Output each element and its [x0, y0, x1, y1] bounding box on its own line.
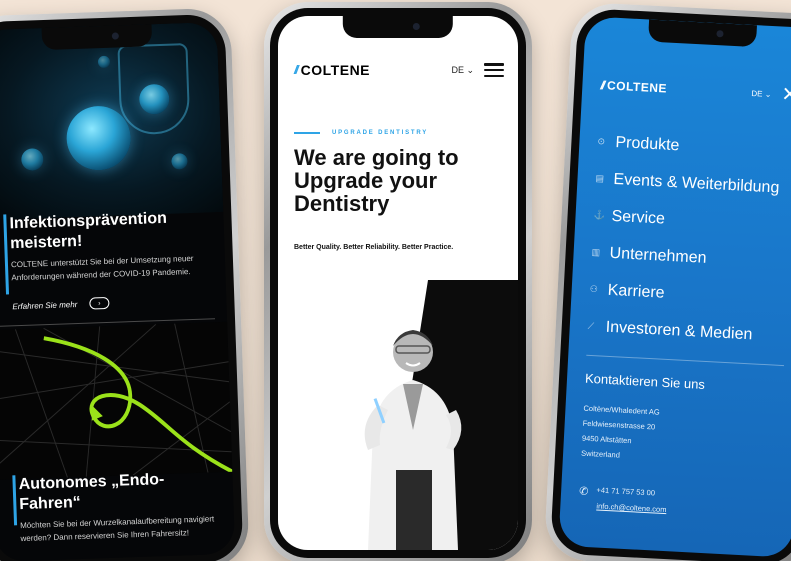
people-icon: ⚇	[589, 283, 599, 295]
accent-line	[294, 132, 320, 134]
hero-tagline: Better Quality. Better Reliability. Bett…	[294, 244, 454, 251]
virus-graphic	[97, 55, 111, 69]
close-icon[interactable]: ✕	[781, 84, 791, 107]
virus-graphic	[20, 148, 44, 171]
email-link[interactable]: info.ch@coltene.com	[596, 501, 667, 514]
infection-card-body: COLTENE unterstützt Sie bei der Umsetzun…	[10, 253, 194, 283]
infection-card-title: Infektionsprävention meistern!	[9, 209, 168, 253]
divider	[586, 354, 785, 367]
endo-card: Autonomes „Endo-Fahren“ Möchten Sie bei …	[12, 468, 220, 545]
infection-card: Infektionsprävention meistern! COLTENE u…	[3, 207, 212, 312]
logo-mark-icon: //	[600, 78, 604, 93]
learn-more-link[interactable]: Erfahren Sie mehr ›	[12, 293, 212, 312]
language-selector[interactable]: DE ⌄	[451, 65, 474, 76]
contact-heading: Kontaktieren Sie uns	[584, 370, 706, 392]
endo-card-title: Autonomes „Endo-Fahren“	[18, 471, 165, 514]
address-block: Coltène/Whaledent AG Feldwiesenstrasse 2…	[581, 401, 660, 465]
menu-item-label: Produkte	[615, 133, 680, 154]
accent-bar	[12, 475, 18, 526]
learn-more-label: Erfahren Sie mehr	[12, 299, 78, 311]
language-selector[interactable]: DE ⌄	[751, 89, 771, 99]
phone-icon: ✆	[578, 485, 589, 499]
virus-hero-image	[0, 21, 224, 221]
phone-right-screen: // COLTENE DE ⌄ ✕ ⊙ Produkte ▤ Events & …	[558, 16, 791, 558]
kicker: UPGRADE DENTISTRY	[294, 130, 428, 136]
phone-contact[interactable]: ✆ +41 71 757 53 00	[579, 485, 655, 502]
calendar-icon: ▤	[595, 172, 605, 184]
logo-text: COLTENE	[606, 78, 668, 96]
hero-headline: We are going to Upgrade your Dentistry	[294, 145, 459, 216]
main-menu: ⊙ Produkte ▤ Events & Weiterbildung ⚓ Se…	[587, 123, 791, 355]
building-icon: ▥	[591, 246, 601, 258]
logo-mark-icon: //	[294, 63, 298, 77]
product-icon: ⊙	[597, 136, 606, 147]
phone-right: // COLTENE DE ⌄ ✕ ⊙ Produkte ▤ Events & …	[543, 1, 791, 561]
virus-graphic	[65, 105, 132, 172]
menu-item-label: Karriere	[607, 281, 666, 302]
menu-item-label: Unternehmen	[609, 244, 707, 267]
hamburger-menu-icon[interactable]	[484, 63, 504, 77]
map-image	[0, 321, 234, 481]
service-icon: ⚓	[593, 209, 606, 221]
header: // COLTENE DE ⌄	[294, 62, 504, 78]
phone-left-screen: Infektionsprävention meistern! COLTENE u…	[0, 21, 236, 561]
coltene-logo[interactable]: // COLTENE	[294, 62, 370, 78]
arrow-right-icon[interactable]: ›	[89, 296, 110, 310]
menu-item-label: Service	[611, 207, 666, 228]
phone-center: // COLTENE DE ⌄ UPGRADE DENTISTRY We are…	[264, 2, 532, 561]
phone-center-screen: // COLTENE DE ⌄ UPGRADE DENTISTRY We are…	[278, 16, 518, 550]
coltene-logo[interactable]: // COLTENE	[600, 78, 667, 95]
menu-header: // COLTENE DE ⌄ ✕	[600, 75, 791, 107]
dentist-photo	[364, 330, 462, 550]
phone-left: Infektionsprävention meistern! COLTENE u…	[0, 7, 250, 561]
virus-graphic	[171, 153, 188, 170]
phone-number[interactable]: +41 71 757 53 00	[596, 485, 655, 501]
chart-icon: ⟋	[587, 320, 595, 332]
kicker-text: UPGRADE DENTISTRY	[332, 130, 429, 136]
accent-bar	[3, 214, 10, 295]
map-graphic	[0, 323, 234, 478]
country: Switzerland	[580, 448, 621, 460]
endo-card-body: Möchten Sie bei der Wurzelkanalaufbereit…	[19, 514, 215, 544]
logo-text: COLTENE	[300, 62, 371, 78]
menu-item-label: Investoren & Medien	[605, 318, 753, 343]
menu-item-label: Events & Weiterbildung	[613, 170, 780, 197]
